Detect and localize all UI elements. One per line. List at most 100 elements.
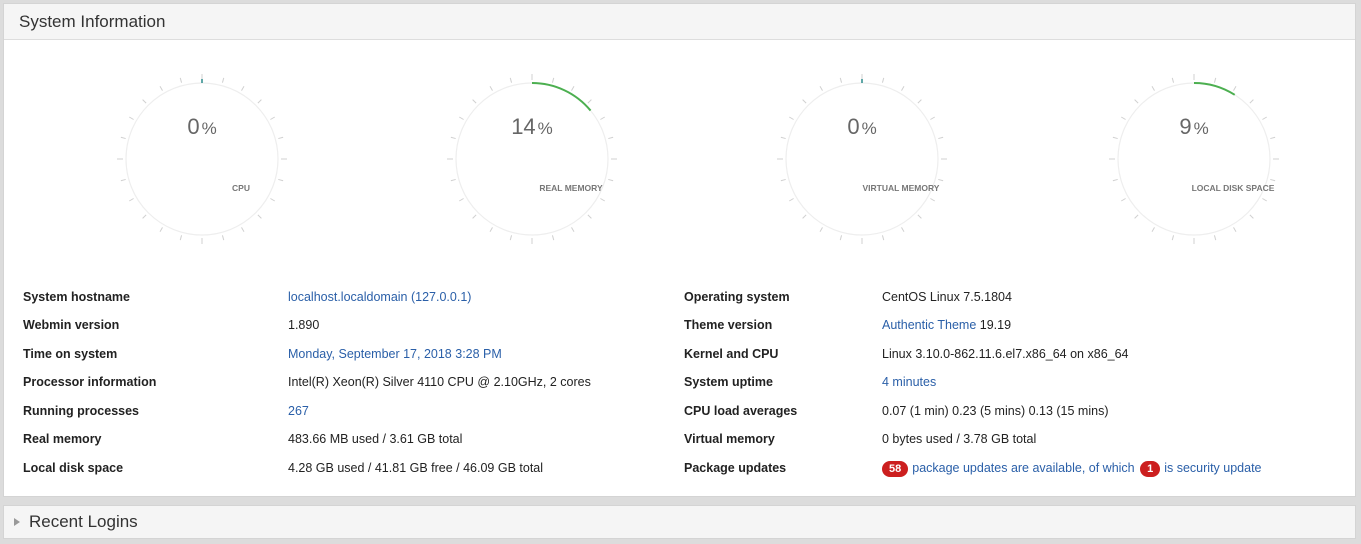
gauge-value-arc: [1193, 82, 1236, 96]
gauge-tick: [551, 235, 555, 241]
gauge-tick: [472, 214, 477, 219]
real-memory-gauge: 14% REAL MEMORY: [447, 74, 617, 244]
gauge-tick: [789, 198, 794, 202]
panel-title: System Information: [19, 11, 166, 31]
row-key: Kernel and CPU: [684, 347, 779, 361]
gauge-tick: [241, 86, 245, 91]
gauge-tick: [901, 86, 905, 91]
gauge-tick: [1112, 178, 1118, 182]
gauge-percent: 14%: [511, 114, 553, 139]
gauge-tick: [938, 178, 944, 182]
gauge-tick: [129, 198, 134, 202]
gauge-label: CPU: [232, 183, 250, 193]
gauge-tick: [221, 235, 225, 241]
row-value: Linux 3.10.0-862.11.6.el7.x86_64 on x86_…: [882, 347, 1129, 361]
system-information-header[interactable]: System Information: [4, 4, 1355, 40]
table-row: Running processes 267 CPU load averages …: [4, 402, 1357, 422]
caret-right-icon: [14, 518, 20, 526]
system-information-panel: System Information 0% CPU 14% REAL MEMOR…: [3, 3, 1356, 497]
table-row: Time on system Monday, September 17, 201…: [4, 345, 1357, 365]
gauge-label: REAL MEMORY: [539, 183, 603, 193]
gauge-tick: [819, 227, 823, 232]
table-row: Local disk space 4.28 GB used / 41.81 GB…: [4, 459, 1357, 479]
gauge-tick: [608, 178, 614, 182]
gauge-tick: [780, 178, 786, 182]
gauge-tick: [1213, 235, 1217, 241]
gauge-ring: [1117, 82, 1271, 236]
panel-title: Recent Logins: [29, 512, 138, 531]
row-key: Processor information: [23, 375, 157, 389]
gauge-tick: [142, 99, 147, 104]
row-key: System uptime: [684, 375, 773, 389]
row-key: Webmin version: [23, 318, 120, 332]
gauge-tick: [278, 178, 284, 182]
gauge-tick: [489, 86, 493, 91]
gauge-percent: 9%: [1179, 114, 1209, 139]
gauge-tick: [600, 198, 605, 202]
row-key: System hostname: [23, 290, 130, 304]
updates-count-badge[interactable]: 58: [882, 461, 909, 477]
gauge-tick: [551, 77, 555, 83]
gauge-percent: 0%: [847, 114, 877, 139]
gauge-tick: [270, 198, 275, 202]
gauge-tick: [917, 214, 922, 219]
gauge-tick: [257, 99, 262, 104]
gauge-label: LOCAL DISK SPACE: [1191, 183, 1275, 193]
row-key: Time on system: [23, 347, 118, 361]
gauge-tick: [179, 235, 183, 241]
gauge-tick: [509, 235, 513, 241]
row-key: Virtual memory: [684, 432, 775, 446]
row-value: 0 bytes used / 3.78 GB total: [882, 432, 1037, 446]
gauge-tick: [839, 77, 843, 83]
cpu-gauge: 0% CPU: [117, 74, 287, 244]
table-row: System hostname localhost.localdomain (1…: [4, 288, 1357, 308]
time-link[interactable]: Monday, September 17, 2018 3:28 PM: [288, 345, 502, 363]
gauge-tick: [1171, 235, 1175, 241]
gauge-tick: [839, 235, 843, 241]
gauge-tick: [802, 99, 807, 104]
gauge-ring: [125, 82, 279, 236]
uptime-link[interactable]: 4 minutes: [882, 373, 936, 391]
row-value: 1.890: [288, 318, 320, 332]
gauge-tick: [1262, 198, 1267, 202]
authentic-theme-link[interactable]: Authentic Theme: [882, 318, 976, 332]
gauge-dial: [1109, 74, 1279, 244]
gauge-tick: [179, 77, 183, 83]
gauge-tick: [142, 214, 147, 219]
gauge-tick: [159, 227, 163, 232]
row-value: 4.28 GB used / 41.81 GB free / 46.09 GB …: [288, 461, 544, 475]
row-value: 0.07 (1 min) 0.23 (5 mins) 0.13 (15 mins…: [882, 404, 1109, 418]
gauge-tick: [509, 77, 513, 83]
gauge-tick: [1213, 77, 1217, 83]
gauge-tick: [120, 178, 126, 182]
recent-logins-header[interactable]: Recent Logins: [4, 506, 1355, 538]
gauge-tick: [459, 198, 464, 202]
local-disk-space-gauge: 9% LOCAL DISK SPACE: [1109, 74, 1279, 244]
security-update-link[interactable]: is security update: [1164, 461, 1261, 475]
row-key: Theme version: [684, 318, 773, 332]
gauge-tick: [1270, 178, 1276, 182]
gauge-tick: [1134, 99, 1139, 104]
gauges-row: 0% CPU 14% REAL MEMORY 0% VIRTUAL MEMORY…: [4, 40, 1355, 250]
gauge-label: VIRTUAL MEMORY: [862, 183, 940, 193]
gauge-tick: [571, 227, 575, 232]
row-value: CentOS Linux 7.5.1804: [882, 290, 1012, 304]
gauge-tick: [1249, 214, 1254, 219]
gauge-tick: [819, 86, 823, 91]
gauge-tick: [1134, 214, 1139, 219]
hostname-link[interactable]: localhost.localdomain (127.0.0.1): [288, 288, 471, 306]
gauge-tick: [587, 214, 592, 219]
gauge-tick: [1233, 227, 1237, 232]
gauge-value-arc: [531, 82, 592, 112]
theme-version-value: Authentic Theme 19.19: [882, 316, 1011, 334]
recent-logins-panel: Recent Logins: [3, 505, 1356, 539]
gauge-tick: [571, 86, 575, 91]
row-value: Intel(R) Xeon(R) Silver 4110 CPU @ 2.10G…: [288, 375, 591, 389]
row-key: Real memory: [23, 432, 102, 446]
processes-link[interactable]: 267: [288, 402, 309, 420]
row-key: Running processes: [23, 404, 139, 418]
gauge-tick: [930, 198, 935, 202]
package-updates-link[interactable]: package updates are available, of which: [912, 461, 1134, 475]
security-count-badge[interactable]: 1: [1140, 461, 1161, 477]
gauge-tick: [901, 227, 905, 232]
